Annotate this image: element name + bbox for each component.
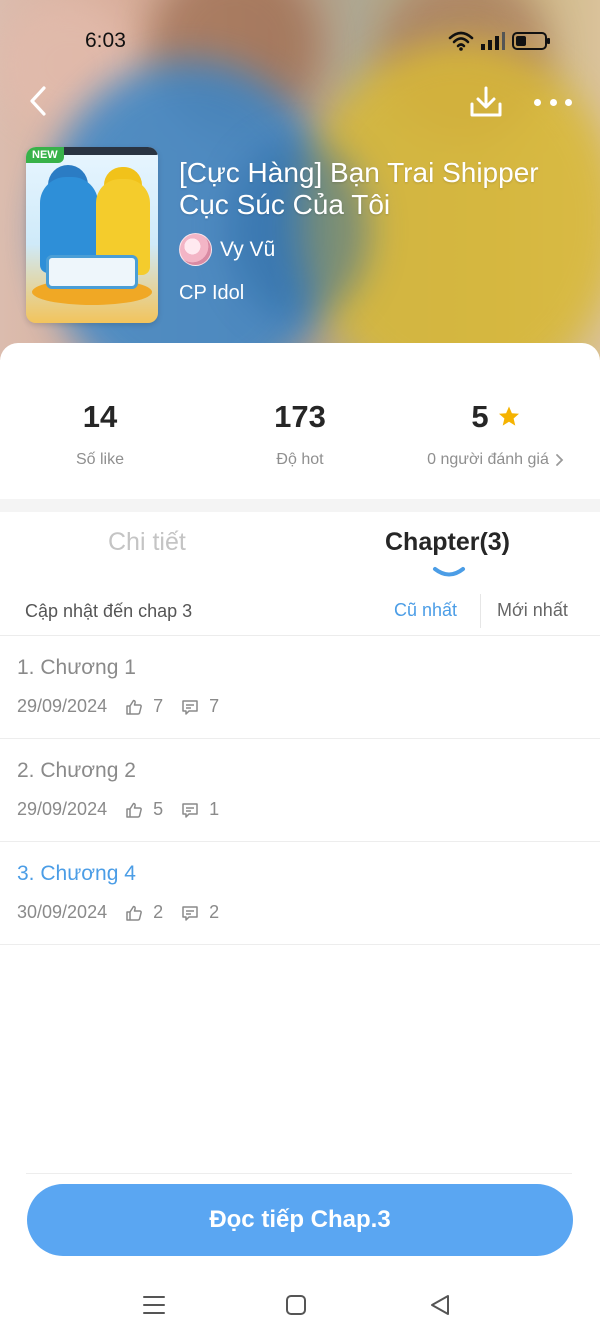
story-cover: NEW bbox=[26, 147, 158, 323]
chapter-item-current[interactable]: 3. Chương 4 30/09/2024 2 2 bbox=[0, 842, 600, 945]
author-link[interactable]: Vy Vũ bbox=[179, 233, 275, 266]
active-tab-indicator bbox=[433, 567, 465, 577]
hot-label: Độ hot bbox=[276, 451, 324, 468]
stats-card: 14 Số like 173 Độ hot 5 0 người đánh giá bbox=[0, 343, 600, 503]
chevron-left-icon bbox=[30, 86, 46, 116]
status-bar: 6:03 bbox=[0, 22, 600, 58]
new-badge: NEW bbox=[26, 147, 64, 163]
thumbs-up-icon bbox=[126, 905, 142, 921]
chapter-like-count: 2 bbox=[153, 902, 164, 922]
chapter-title: 1. Chương 1 bbox=[17, 656, 136, 679]
hero-header: 6:03 NEW [Cực Hàng] Bạn Trai Shipper Cục… bbox=[0, 0, 600, 360]
likes-count: 14 bbox=[82, 399, 118, 434]
tab-bar: Chi tiết Chapter(3) bbox=[0, 512, 600, 590]
back-triangle-icon[interactable] bbox=[426, 1291, 454, 1319]
stat-rating[interactable]: 5 0 người đánh giá bbox=[396, 399, 596, 469]
chapter-item[interactable]: 2. Chương 2 29/09/2024 5 1 bbox=[0, 739, 600, 842]
comment-icon bbox=[182, 802, 198, 818]
chapter-date: 29/09/2024 bbox=[17, 799, 108, 819]
status-time: 6:03 bbox=[85, 29, 126, 52]
tab-detail[interactable]: Chi tiết bbox=[108, 528, 186, 557]
continue-reading-button[interactable]: Đọc tiếp Chap.3 bbox=[27, 1184, 573, 1256]
avatar bbox=[179, 233, 212, 266]
stat-hot: 173 Độ hot bbox=[200, 399, 400, 469]
chevron-right-icon bbox=[555, 454, 564, 466]
story-title: [Cực Hàng] Bạn Trai Shipper Cục Súc Của … bbox=[179, 157, 539, 220]
chapter-like-count: 5 bbox=[153, 799, 164, 819]
chapter-like-count: 7 bbox=[153, 696, 164, 716]
more-dots-icon[interactable] bbox=[534, 90, 572, 114]
download-button[interactable] bbox=[468, 84, 504, 120]
chapter-comment-count: 1 bbox=[209, 799, 220, 819]
rating-value: 5 bbox=[471, 399, 489, 434]
chapter-comment-count: 2 bbox=[209, 902, 220, 922]
chapter-comment-count: 7 bbox=[209, 696, 220, 716]
wifi-icon bbox=[448, 31, 474, 51]
stat-likes: 14 Số like bbox=[0, 399, 200, 469]
author-name: Vy Vũ bbox=[220, 237, 276, 261]
home-icon[interactable] bbox=[282, 1291, 310, 1319]
sort-oldest-button[interactable]: Cũ nhất bbox=[394, 600, 457, 621]
likes-label: Số like bbox=[75, 451, 125, 468]
signal-icon bbox=[481, 32, 505, 50]
chapter-title: 3. Chương 4 bbox=[17, 862, 136, 885]
star-icon bbox=[498, 406, 519, 426]
system-nav-bar bbox=[0, 1275, 600, 1335]
thumbs-up-icon bbox=[126, 699, 142, 715]
genre-tag[interactable]: CP Idol bbox=[179, 282, 244, 305]
section-divider bbox=[0, 499, 600, 512]
sort-newest-button[interactable]: Mới nhất bbox=[497, 600, 568, 621]
rating-count-label: 0 người đánh giá bbox=[427, 451, 549, 468]
chapter-date: 30/09/2024 bbox=[17, 902, 108, 922]
hot-count: 173 bbox=[274, 399, 326, 434]
download-icon bbox=[470, 86, 502, 117]
comment-icon bbox=[182, 699, 198, 715]
menu-icon[interactable] bbox=[140, 1291, 168, 1319]
update-status: Cập nhật đến chap 3 bbox=[25, 601, 193, 621]
chapter-item[interactable]: 1. Chương 1 29/09/2024 7 7 bbox=[0, 636, 600, 739]
battery-icon bbox=[512, 32, 550, 50]
chapter-title: 2. Chương 2 bbox=[17, 759, 136, 782]
comment-icon bbox=[182, 905, 198, 921]
chapter-date: 29/09/2024 bbox=[17, 696, 108, 716]
bottom-divider bbox=[26, 1173, 572, 1174]
back-button[interactable] bbox=[24, 84, 54, 118]
sort-bar: Cập nhật đến chap 3 Cũ nhất Mới nhất bbox=[0, 590, 600, 636]
thumbs-up-icon bbox=[126, 802, 142, 818]
tab-chapters[interactable]: Chapter(3) bbox=[385, 528, 510, 557]
